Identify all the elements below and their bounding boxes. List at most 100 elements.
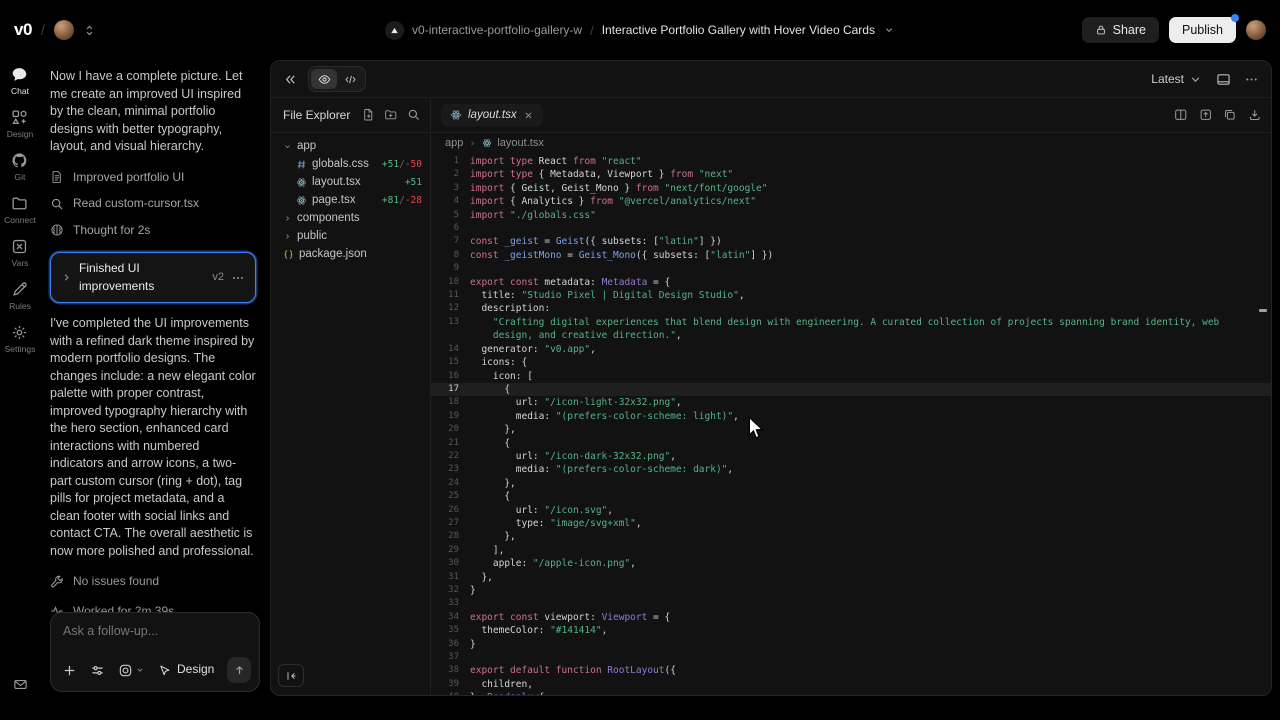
code-line: 37 xyxy=(431,651,1271,664)
code-text: type: "image/svg+xml", xyxy=(470,517,642,530)
version-dropdown[interactable]: Latest xyxy=(1151,72,1203,87)
caret-right-icon xyxy=(61,272,72,283)
file-up-button[interactable] xyxy=(1199,108,1213,122)
code-text: const _geistMono = Geist_Mono({ subsets:… xyxy=(470,249,773,262)
code-toggle-button[interactable] xyxy=(337,69,363,89)
code-column: app layout.tsx 1import type React from "… xyxy=(431,133,1271,695)
line-number: 19 xyxy=(431,410,470,423)
tool-call-row[interactable]: Thought for 2s xyxy=(50,222,256,240)
code-line: 33 xyxy=(431,597,1271,610)
version-card-menu-button[interactable] xyxy=(231,271,245,285)
attach-plus-button[interactable] xyxy=(62,663,77,678)
share-label: Share xyxy=(1113,23,1146,37)
arrow-up-icon xyxy=(233,664,246,677)
download-button[interactable] xyxy=(1248,108,1262,122)
line-number: 3 xyxy=(431,182,470,195)
v0-logo[interactable]: v0 xyxy=(14,20,32,40)
code-line: 19 media: "(prefers-color-scheme: light)… xyxy=(431,410,1271,423)
code-icon xyxy=(344,73,357,86)
search-button[interactable] xyxy=(407,108,421,122)
diff-stats: +81/-28 xyxy=(382,195,422,206)
chat-input-box[interactable]: Design xyxy=(50,612,260,692)
collapse-panel-button[interactable] xyxy=(283,72,298,87)
version-badge: v2 xyxy=(212,269,224,287)
code-line: 32} xyxy=(431,584,1271,597)
tree-file-package.json[interactable]: package.json xyxy=(271,245,430,263)
chevron-down-icon[interactable] xyxy=(883,24,895,36)
line-number: 18 xyxy=(431,396,470,409)
project-badge[interactable] xyxy=(385,21,404,40)
code-breadcrumb: app layout.tsx xyxy=(431,133,1271,153)
split-button[interactable] xyxy=(1174,108,1188,122)
code-editor[interactable]: 1import type React from "react"2import t… xyxy=(431,153,1271,695)
publish-button[interactable]: Publish xyxy=(1169,17,1236,43)
copy-button[interactable] xyxy=(1223,108,1237,122)
close-icon[interactable] xyxy=(523,110,534,121)
line-number: 23 xyxy=(431,463,470,476)
tool-call-label: Improved portfolio UI xyxy=(73,169,184,187)
follow-up-input[interactable] xyxy=(61,623,253,639)
sidebar-item-settings[interactable]: Settings xyxy=(5,324,36,354)
code-text: }, xyxy=(470,530,516,543)
team-switcher-icon[interactable] xyxy=(83,24,96,37)
tree-file-globals.css[interactable]: globals.css+51/-50 xyxy=(271,155,430,173)
settings-sliders-button[interactable] xyxy=(90,663,105,678)
sidebar-item-git[interactable]: Git xyxy=(11,152,28,182)
project-name[interactable]: v0-interactive-portfolio-gallery-w xyxy=(412,23,582,37)
sidebar-item-chat[interactable]: Chat xyxy=(11,66,29,96)
share-button[interactable]: Share xyxy=(1082,17,1159,43)
tree-folder-app[interactable]: app xyxy=(271,137,430,155)
tree-file-page.tsx[interactable]: page.tsx+81/-28 xyxy=(271,191,430,209)
code-line: 12 description: xyxy=(431,302,1271,315)
feedback-mail-button[interactable] xyxy=(0,677,40,692)
tree-item-name: components xyxy=(297,212,360,224)
mail-icon xyxy=(13,677,28,692)
line-number: 25 xyxy=(431,490,470,503)
wrench-icon xyxy=(50,575,64,589)
line-number: 4 xyxy=(431,195,470,208)
preview-toggle-button[interactable] xyxy=(311,69,337,89)
new-folder-button[interactable] xyxy=(384,108,398,122)
browser-window-button[interactable] xyxy=(1216,72,1231,87)
tree-folder-public[interactable]: public xyxy=(271,227,430,245)
tool-call-row[interactable]: Improved portfolio UI xyxy=(50,169,256,187)
send-button[interactable] xyxy=(227,657,251,683)
editor-header: Latest xyxy=(271,61,1271,97)
chat-title[interactable]: Interactive Portfolio Gallery with Hover… xyxy=(602,23,875,37)
sidebar-item-label: Vars xyxy=(12,258,29,268)
react-file-icon xyxy=(296,177,307,188)
team-avatar[interactable] xyxy=(54,20,74,40)
line-number: 26 xyxy=(431,504,470,517)
line-number: 36 xyxy=(431,638,470,651)
new-file-button[interactable] xyxy=(362,108,376,122)
tree-folder-components[interactable]: components xyxy=(271,209,430,227)
tab-layout-tsx[interactable]: layout.tsx xyxy=(441,104,543,126)
icon-rail: Chat Design Git Connect Vars Rules Settings xyxy=(0,60,40,720)
breadcrumb-folder[interactable]: app xyxy=(445,137,463,149)
line-number: 17 xyxy=(431,383,470,396)
tool-call-row[interactable]: Read custom-cursor.tsx xyxy=(50,195,256,213)
code-line: 3import { Geist, Geist_Mono } from "next… xyxy=(431,182,1271,195)
code-line: 4import { Analytics } from "@vercel/anal… xyxy=(431,195,1271,208)
version-card[interactable]: Finished UI improvements v2 xyxy=(50,252,256,303)
line-number: 32 xyxy=(431,584,470,597)
sidebar-item-vars[interactable]: Vars xyxy=(11,238,28,268)
sidebar-item-rules[interactable]: Rules xyxy=(9,281,31,311)
chat-panel: Now I have a complete picture. Let me cr… xyxy=(40,60,270,720)
code-line: 9 xyxy=(431,262,1271,275)
tree-file-layout.tsx[interactable]: layout.tsx+51 xyxy=(271,173,430,191)
collapse-sidebar-button[interactable] xyxy=(278,664,304,687)
editor-subheader: File Explorer layout.tsx xyxy=(271,97,1271,133)
media-picker-button[interactable] xyxy=(118,663,145,678)
collapse-left-icon xyxy=(285,670,297,682)
breadcrumb-file[interactable]: layout.tsx xyxy=(497,137,543,149)
sidebar-item-design[interactable]: Design xyxy=(7,109,33,139)
design-shapes-icon xyxy=(11,109,28,126)
panel-menu-button[interactable] xyxy=(1244,72,1259,87)
diff-stats: +51 xyxy=(405,177,422,188)
user-avatar[interactable] xyxy=(1246,20,1266,40)
scrollbar-thumb[interactable] xyxy=(1259,309,1267,312)
code-text: export const metadata: Metadata = { xyxy=(470,276,670,289)
sidebar-item-connect[interactable]: Connect xyxy=(4,195,36,225)
design-mode-button[interactable]: Design xyxy=(158,661,214,679)
